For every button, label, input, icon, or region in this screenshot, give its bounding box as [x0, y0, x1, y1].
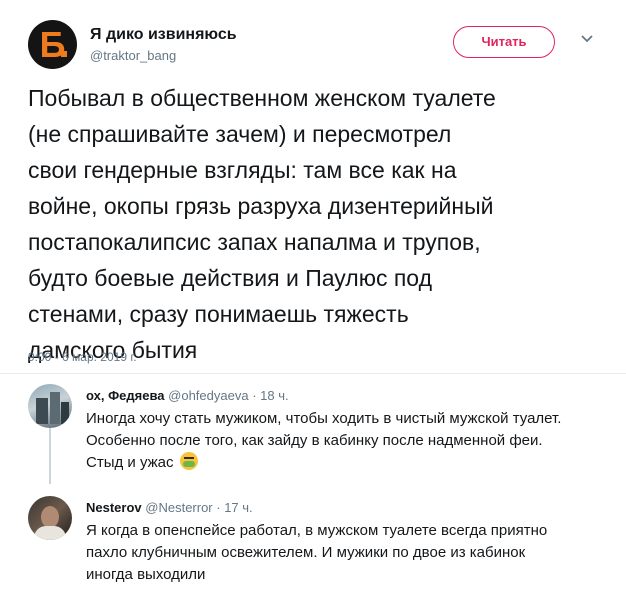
avatar[interactable]	[28, 384, 72, 428]
reply-author-name[interactable]: ох, Федяева	[86, 388, 165, 403]
reply-text: Иногда хочу стать мужиком, чтобы ходить …	[86, 408, 606, 474]
reply-author-handle[interactable]: @Nesterror	[145, 500, 212, 515]
reply-item[interactable]: ох, Федяева @ohfedyaeva · 18 ч. Иногда х…	[28, 384, 608, 484]
reply-author-handle[interactable]: @ohfedyaeva	[168, 388, 248, 403]
reply-time[interactable]: · 17 ч.	[216, 500, 252, 515]
reply-meta: ох, Федяева @ohfedyaeva · 18 ч.	[86, 388, 289, 403]
tweet-timestamp[interactable]: 9:00 - 6 мар. 2019 г.	[28, 350, 137, 364]
divider	[0, 373, 626, 374]
shirt-shape	[34, 526, 66, 540]
follow-button[interactable]: Читать	[453, 26, 555, 58]
nauseated-face-icon	[179, 452, 198, 470]
building-shape	[61, 402, 69, 424]
face-shape	[41, 506, 59, 528]
reply-meta: Nesterov @Nesterror · 17 ч.	[86, 500, 253, 515]
avatar[interactable]	[28, 496, 72, 540]
user-handle[interactable]: @traktor_bang	[90, 48, 176, 63]
chevron-down-icon[interactable]	[580, 32, 594, 46]
building-shape	[50, 392, 60, 424]
avatar[interactable]: Б	[28, 20, 77, 69]
reply-time[interactable]: · 18 ч.	[252, 388, 288, 403]
tweet-text: Побывал в общественном женском туалете (…	[28, 85, 496, 363]
reply-item[interactable]: Nesterov @Nesterror · 17 ч. Я когда в оп…	[28, 496, 608, 596]
reply-author-name[interactable]: Nesterov	[86, 500, 142, 515]
reply-text: Я когда в опенспейсе работал, в мужском …	[86, 522, 548, 583]
reply-text-body: Иногда хочу стать мужиком, чтобы ходить …	[86, 410, 562, 471]
display-name[interactable]: Я дико извиняюсь	[90, 26, 237, 44]
tweet-header: Б Я дико извиняюсь @traktor_bang Читать	[28, 20, 608, 72]
avatar-dot	[61, 51, 67, 57]
building-shape	[36, 398, 48, 424]
avatar-letter: Б	[39, 24, 66, 65]
thread-line	[49, 428, 51, 484]
